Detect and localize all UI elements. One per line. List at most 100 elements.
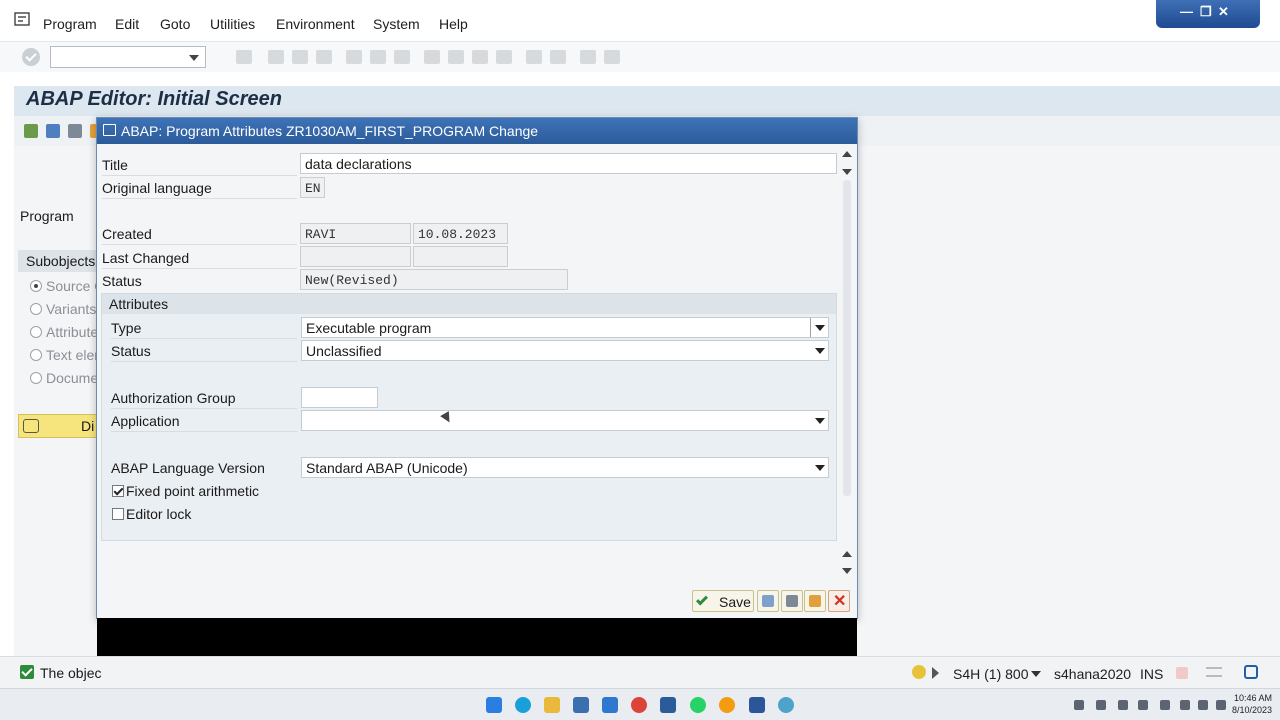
- menu-system[interactable]: System: [373, 16, 420, 32]
- chevron-down-icon[interactable]: [189, 55, 199, 61]
- chevron-down-icon[interactable]: [1031, 671, 1041, 677]
- battery-icon[interactable]: [1216, 700, 1226, 710]
- authorization-group-field[interactable]: [301, 387, 378, 408]
- divider: [102, 268, 297, 269]
- scroll-up-icon[interactable]: [842, 551, 852, 557]
- abap-language-version-dropdown[interactable]: Standard ABAP (Unicode): [301, 457, 829, 478]
- fixed-point-checkbox[interactable]: [112, 485, 124, 497]
- restore-icon[interactable]: ❐: [1200, 4, 1212, 20]
- onedrive-icon[interactable]: [1096, 700, 1106, 710]
- editor-lock-checkbox[interactable]: [112, 508, 124, 520]
- original-language-field: EN: [300, 177, 325, 198]
- whatsapp-icon[interactable]: [690, 697, 706, 713]
- app-icon[interactable]: [719, 697, 735, 713]
- cancel-icon[interactable]: [316, 50, 332, 64]
- vertical-scrollbar[interactable]: [840, 180, 854, 496]
- edge-icon[interactable]: [515, 697, 531, 713]
- back-icon[interactable]: [268, 50, 284, 64]
- save-button[interactable]: Save: [692, 590, 754, 612]
- start-icon[interactable]: [486, 697, 502, 713]
- scroll-down-icon[interactable]: [842, 568, 852, 574]
- new-session-icon[interactable]: [526, 50, 542, 64]
- dialog-scrollbar[interactable]: [840, 548, 854, 578]
- close-icon[interactable]: ✕: [1218, 4, 1229, 20]
- command-field[interactable]: [50, 46, 206, 68]
- scroll-down-icon[interactable]: [842, 169, 852, 175]
- speaker-icon[interactable]: [1198, 700, 1208, 710]
- application-dropdown[interactable]: [301, 410, 829, 431]
- application-label: Application: [111, 413, 180, 429]
- next-page-icon[interactable]: [472, 50, 488, 64]
- clock[interactable]: 10:46 AM 8/10/2023: [1232, 692, 1272, 716]
- system-info[interactable]: S4H (1) 800: [953, 666, 1028, 682]
- attr-status-label: Status: [111, 343, 151, 359]
- menu-utilities[interactable]: Utilities: [210, 16, 255, 32]
- check-button[interactable]: [757, 590, 779, 612]
- fixed-point-label: Fixed point arithmetic: [126, 483, 260, 499]
- radio-attributes[interactable]: [30, 326, 42, 338]
- dropdown-button[interactable]: [810, 318, 828, 337]
- scroll-track[interactable]: [843, 180, 851, 496]
- last-page-icon[interactable]: [496, 50, 512, 64]
- radio-text-elements[interactable]: [30, 349, 42, 361]
- type-dropdown[interactable]: Executable program: [301, 317, 829, 338]
- execute-icon[interactable]: [68, 124, 82, 138]
- wifi-icon[interactable]: [1180, 700, 1190, 710]
- dialog-title-bar: ABAP: Program Attributes ZR1030AM_FIRST_…: [97, 118, 857, 144]
- title-field[interactable]: data declarations: [300, 153, 837, 174]
- dialog-system-icon[interactable]: [103, 124, 116, 136]
- menu-environment[interactable]: Environment: [276, 16, 355, 32]
- sap-logon-icon[interactable]: [660, 697, 676, 713]
- chevron-down-icon[interactable]: [815, 418, 825, 424]
- menu-help[interactable]: Help: [439, 16, 468, 32]
- cloud-icon[interactable]: [1118, 700, 1128, 710]
- input-mode[interactable]: INS: [1140, 666, 1163, 682]
- first-page-icon[interactable]: [424, 50, 440, 64]
- radio-variants[interactable]: [30, 303, 42, 315]
- display-button[interactable]: Di: [18, 414, 98, 438]
- wand-icon[interactable]: [46, 124, 60, 138]
- store-icon[interactable]: [573, 697, 589, 713]
- word-icon[interactable]: [749, 697, 765, 713]
- enter-icon[interactable]: [22, 48, 40, 66]
- object-list-icon[interactable]: [24, 124, 38, 138]
- chevron-down-icon[interactable]: [815, 348, 825, 354]
- print-icon[interactable]: [346, 50, 362, 64]
- attr-status-dropdown[interactable]: Unclassified: [301, 340, 829, 361]
- network-app-icon[interactable]: [778, 697, 794, 713]
- microphone-icon[interactable]: [1138, 700, 1148, 710]
- help-icon[interactable]: [580, 50, 596, 64]
- abap-language-version-label: ABAP Language Version: [111, 460, 265, 476]
- padlock-icon[interactable]: [1244, 665, 1258, 679]
- shortcut-icon[interactable]: [550, 50, 566, 64]
- menu-program[interactable]: Program: [43, 16, 97, 32]
- mail-icon[interactable]: [602, 697, 618, 713]
- find-icon[interactable]: [370, 50, 386, 64]
- menu-goto[interactable]: Goto: [160, 16, 190, 32]
- chevron-down-icon[interactable]: [815, 465, 825, 471]
- chrome-icon[interactable]: [631, 697, 647, 713]
- exit-icon[interactable]: [292, 50, 308, 64]
- lightbulb-icon[interactable]: [912, 665, 926, 679]
- radio-source-code[interactable]: [30, 280, 42, 292]
- find-next-icon[interactable]: [394, 50, 410, 64]
- minimize-icon[interactable]: —: [1180, 4, 1193, 19]
- layout-menu-icon[interactable]: [604, 50, 620, 64]
- status-field: New(Revised): [300, 269, 568, 290]
- chevron-up-icon[interactable]: [1074, 700, 1084, 710]
- radio-documentation[interactable]: [30, 372, 42, 384]
- save-button-label: Save: [719, 594, 751, 610]
- scroll-up-icon[interactable]: [842, 151, 852, 157]
- file-explorer-icon[interactable]: [544, 697, 560, 713]
- cancel-button[interactable]: ✕: [828, 590, 850, 612]
- status-message[interactable]: The objec: [40, 665, 101, 681]
- system-menu-icon[interactable]: [14, 12, 30, 26]
- menu-edit[interactable]: Edit: [115, 16, 139, 32]
- fields-scrollbar[interactable]: [840, 148, 854, 178]
- previous-page-icon[interactable]: [448, 50, 464, 64]
- play-icon[interactable]: [932, 667, 939, 679]
- save-icon[interactable]: [236, 50, 252, 64]
- transfer-button[interactable]: [804, 590, 826, 612]
- display-object-button[interactable]: [781, 590, 803, 612]
- volume-icon[interactable]: [1160, 700, 1170, 710]
